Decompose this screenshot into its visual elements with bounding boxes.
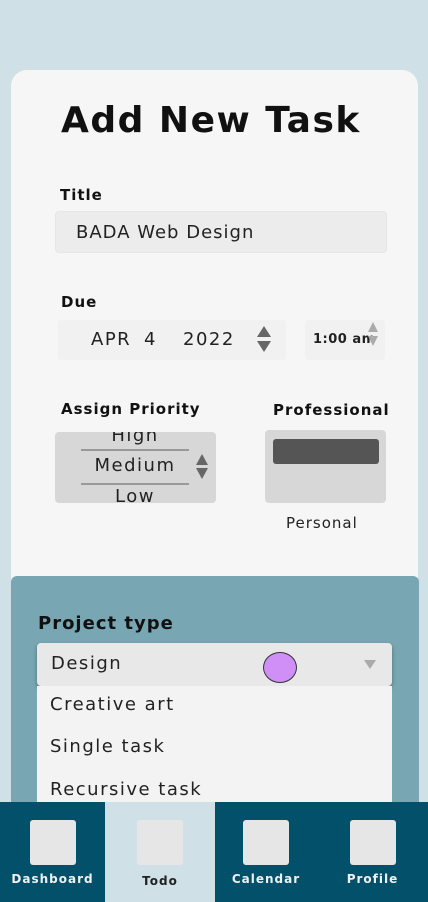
tab-profile[interactable]: Profile [317, 802, 428, 902]
due-time-value: 1:00 am [313, 332, 376, 347]
touch-cursor [263, 652, 297, 683]
tab-label: Dashboard [11, 872, 94, 886]
decrement-icon[interactable] [257, 341, 271, 352]
bottom-tab-bar: Dashboard Todo Calendar Profile [0, 802, 428, 902]
chevron-down-icon[interactable] [364, 660, 376, 669]
due-time-picker[interactable]: 1:00 am [305, 320, 385, 360]
project-type-label: Project type [38, 613, 174, 634]
increment-icon[interactable] [257, 326, 271, 337]
due-day[interactable]: 4 [144, 329, 157, 350]
decrement-icon[interactable] [196, 468, 208, 479]
todo-icon [137, 820, 183, 865]
priority-option-high[interactable]: High [81, 432, 189, 446]
personal-label: Personal [286, 514, 358, 532]
project-type-dropdown: Creative art Single task Recursive task [37, 686, 392, 806]
due-label: Due [61, 293, 98, 311]
decrement-icon[interactable] [368, 336, 378, 346]
divider [81, 483, 189, 485]
divider [81, 449, 189, 451]
tab-todo[interactable]: Todo [105, 802, 215, 902]
page-title: Add New Task [61, 100, 361, 141]
project-type-select[interactable]: Design [37, 643, 392, 686]
dropdown-option-single-task[interactable]: Single task [50, 736, 165, 757]
tab-label: Profile [346, 872, 399, 886]
tab-label: Todo [142, 874, 178, 888]
time-spinner[interactable] [368, 322, 378, 346]
calendar-icon [243, 820, 289, 865]
priority-picker[interactable]: High Medium Low [55, 432, 216, 503]
due-month[interactable]: APR [91, 329, 131, 350]
professional-label: Professional [273, 401, 390, 419]
dropdown-option-creative-art[interactable]: Creative art [50, 694, 175, 715]
title-input[interactable]: BADA Web Design [55, 211, 387, 253]
profile-icon [349, 820, 396, 865]
dropdown-option-recursive-task[interactable]: Recursive task [50, 779, 202, 800]
project-type-value: Design [51, 653, 123, 674]
dashboard-icon [29, 820, 76, 865]
tab-calendar[interactable]: Calendar [215, 802, 317, 902]
tab-dashboard[interactable]: Dashboard [0, 802, 105, 902]
category-toggle[interactable] [265, 430, 386, 503]
due-date-picker[interactable]: APR 4 2022 [58, 320, 286, 360]
date-spinner[interactable] [257, 326, 271, 352]
priority-spinner[interactable] [196, 454, 208, 479]
increment-icon[interactable] [196, 454, 208, 465]
priority-option-low[interactable]: Low [81, 486, 189, 503]
priority-label: Assign Priority [61, 400, 201, 418]
priority-option-medium[interactable]: Medium [81, 455, 189, 476]
increment-icon[interactable] [368, 322, 378, 332]
due-year[interactable]: 2022 [183, 329, 235, 350]
title-label: Title [60, 186, 103, 204]
title-input-value: BADA Web Design [76, 221, 255, 243]
tab-label: Calendar [231, 872, 301, 886]
toggle-knob[interactable] [273, 439, 379, 464]
